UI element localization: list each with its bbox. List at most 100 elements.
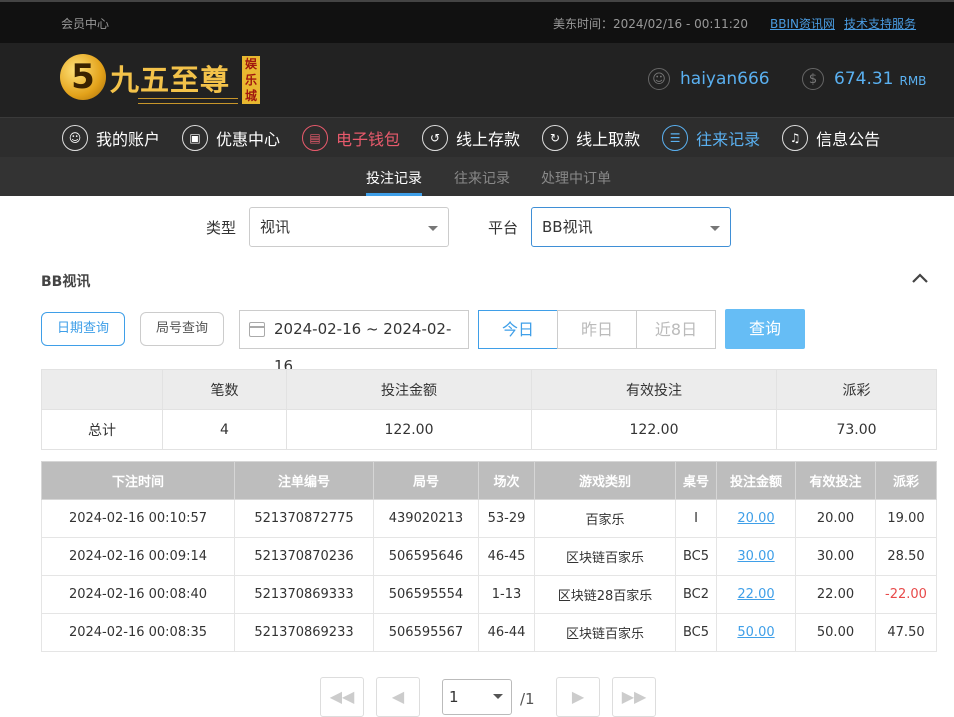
bet-time: 2024-02-16 00:08:40 [41,575,235,614]
game-type: 百家乐 [534,499,676,538]
next-page-button[interactable]: ▶ [556,677,600,717]
bell-icon: ♫ [782,124,809,151]
session: 1-13 [478,575,535,614]
sub-nav: 投注记录 往来记录 处理中订单 [0,157,954,196]
platform-select[interactable]: BB视讯 [531,207,731,247]
order-number: 521370870236 [234,537,374,576]
nav-my-account[interactable]: ☺ 我的账户 [62,118,160,157]
summary-cell: 4 [162,409,287,450]
nav-label: 我的账户 [96,129,161,149]
site-logo[interactable]: 5 九五至尊 娱乐城 [60,54,260,110]
order-number: 521370869333 [234,575,374,614]
calendar-icon [249,322,265,337]
table-number: BC5 [675,613,717,652]
nav-announcements[interactable]: ♫ 信息公告 [782,118,880,157]
chevron-up-icon[interactable] [911,272,929,284]
today-button[interactable]: 今日 [478,310,558,349]
bet-amount-link[interactable]: 20.00 [716,499,796,538]
session: 53-29 [478,499,535,538]
payout: -22.00 [875,575,937,614]
dollar-icon: $ [802,68,824,90]
round-number: 506595554 [373,575,479,614]
summary-row: 总计 4 122.00 122.00 73.00 [41,409,937,450]
table-number: I [675,499,717,538]
first-page-button[interactable]: ◀◀ [320,677,364,717]
bet-time: 2024-02-16 00:09:14 [41,537,235,576]
order-number: 521370872775 [234,499,374,538]
last-8-days-button[interactable]: 近8日 [636,310,716,349]
order-number: 521370869233 [234,613,374,652]
date-query-button[interactable]: 日期查询 [41,312,125,346]
page-select[interactable]: 1 [442,679,512,715]
summary-header: 笔数 [162,369,287,410]
game-type: 区块链百家乐 [534,613,676,652]
table-number: BC2 [675,575,717,614]
nav-withdraw[interactable]: ↻ 线上取款 [542,118,640,157]
details-header: 局号 [373,461,479,500]
main-nav: ☺ 我的账户 ▣ 优惠中心 ▤ 电子钱包 ↺ 线上存款 ↻ 线上取款 ☰ 往来记录 ♫ 信息公… [0,117,954,157]
valid-bet: 20.00 [795,499,876,538]
type-label: 类型 [206,219,237,237]
summary-header-row: 笔数 投注金额 有效投注 派彩 [41,369,937,410]
user-info: ☺ haiyan666 [648,68,770,90]
round-number: 506595567 [373,613,479,652]
section-title: BB视讯 [41,274,91,290]
tech-support-link[interactable]: 技术支持服务 [844,15,916,32]
yesterday-button[interactable]: 昨日 [557,310,637,349]
bet-time: 2024-02-16 00:10:57 [41,499,235,538]
nav-label: 电子钱包 [336,129,401,149]
bet-amount-link[interactable]: 30.00 [716,537,796,576]
logo-badge: 娱乐城 [242,56,260,104]
bbin-news-link[interactable]: BBIN资讯网 [770,15,835,32]
round-query-button[interactable]: 局号查询 [140,312,224,346]
page-select-value: 1 [449,688,459,706]
user-avatar-icon: ☺ [648,68,670,90]
balance-info: $ 674.31 RMB [802,68,926,90]
last-page-button[interactable]: ▶▶ [612,677,656,717]
tab-pending-orders[interactable]: 处理中订单 [541,168,611,188]
session: 46-45 [478,537,535,576]
nav-deposit[interactable]: ↺ 线上存款 [422,118,520,157]
payout: 19.00 [875,499,937,538]
username: haiyan666 [680,69,770,89]
prev-page-button[interactable]: ◀ [376,677,420,717]
balance-amount: 674.31 [834,69,894,89]
nav-e-wallet[interactable]: ▤ 电子钱包 [302,118,400,157]
valid-bet: 30.00 [795,537,876,576]
tab-bet-records[interactable]: 投注记录 [366,168,422,188]
details-header: 桌号 [675,461,717,500]
details-header: 有效投注 [795,461,876,500]
search-button[interactable]: 查询 [725,309,805,349]
platform-label: 平台 [488,219,519,237]
table-row: 2024-02-16 00:08:40 521370869333 5065955… [41,575,937,614]
caret-down-icon [710,226,720,231]
tab-transactions[interactable]: 往来记录 [454,168,510,188]
session: 46-44 [478,613,535,652]
date-range-value: 2024-02-16 ~ 2024-02-16 [274,320,452,375]
nav-label: 线上存款 [456,129,521,149]
bet-time: 2024-02-16 00:08:35 [41,613,235,652]
summary-header: 派彩 [776,369,937,410]
summary-header: 有效投注 [531,369,777,410]
summary-table: 笔数 投注金额 有效投注 派彩 总计 4 122.00 122.00 73.00 [41,369,937,450]
bet-amount-link[interactable]: 22.00 [716,575,796,614]
nav-records[interactable]: ☰ 往来记录 [662,118,760,157]
details-header: 游戏类别 [534,461,676,500]
page-total: /1 [520,690,535,708]
details-header: 投注金额 [716,461,796,500]
details-header-row: 下注时间 注单编号 局号 场次 游戏类别 桌号 投注金额 有效投注 派彩 [41,461,937,500]
eastern-time: 美东时间：2024/02/16 - 00:11:20 [553,17,749,31]
member-center-label: 会员中心 [61,17,110,31]
payout: 47.50 [875,613,937,652]
date-range-input[interactable]: 2024-02-16 ~ 2024-02-16 [239,310,469,375]
type-select[interactable]: 视讯 [249,207,449,247]
summary-cell: 122.00 [531,409,777,450]
table-row: 2024-02-16 00:10:57 521370872775 4390202… [41,499,937,538]
user-icon: ☺ [62,124,88,151]
gift-icon: ▣ [182,124,209,151]
bet-amount-link[interactable]: 50.00 [716,613,796,652]
details-header: 下注时间 [41,461,235,500]
nav-promotions[interactable]: ▣ 优惠中心 [182,118,280,157]
details-header: 场次 [478,461,535,500]
payout: 28.50 [875,537,937,576]
